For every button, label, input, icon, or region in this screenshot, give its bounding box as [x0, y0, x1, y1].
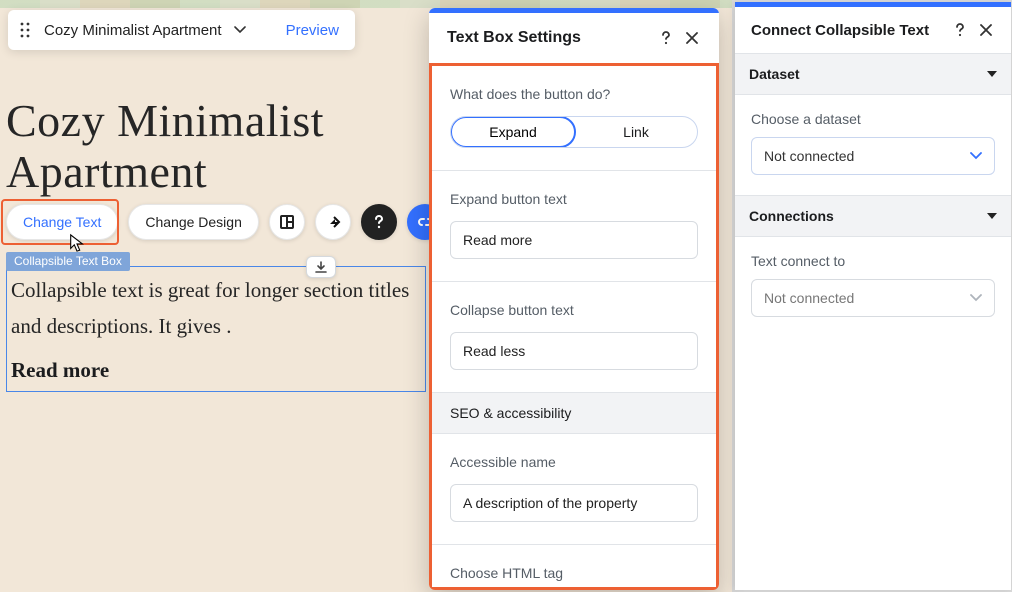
choose-dataset-label: Choose a dataset [751, 111, 995, 127]
connect-data-panel: Connect Collapsible Text Dataset Choose … [735, 2, 1011, 590]
segment-expand[interactable]: Expand [450, 116, 576, 148]
help-icon[interactable] [653, 25, 679, 51]
collapse-text-label: Collapse button text [450, 302, 698, 318]
layout-icon[interactable] [269, 204, 305, 240]
caret-down-icon [987, 213, 997, 219]
drag-handle-icon[interactable] [14, 15, 36, 45]
help-icon[interactable] [947, 17, 973, 43]
accessible-name-label: Accessible name [450, 454, 698, 470]
collapsible-text-element[interactable]: Collapsible Text Box Collapsible text is… [6, 266, 426, 392]
change-design-button[interactable]: Change Design [128, 204, 259, 240]
expand-text-label: Expand button text [450, 191, 698, 207]
chevron-down-icon[interactable] [234, 26, 252, 34]
animation-icon[interactable] [315, 204, 351, 240]
choose-dataset-select[interactable]: Not connected [751, 137, 995, 175]
preview-button[interactable]: Preview [258, 22, 345, 39]
page-switcher-bar: Cozy Minimalist Apartment Preview [8, 10, 355, 50]
change-text-highlight: Change Text [6, 204, 118, 240]
settings-panel-title: Text Box Settings [447, 29, 653, 47]
current-page-name[interactable]: Cozy Minimalist Apartment [42, 22, 228, 39]
text-box-settings-panel: Text Box Settings What does the button d… [429, 8, 719, 590]
settings-panel-body-highlighted: What does the button do? Expand Link Exp… [429, 63, 719, 590]
connect-panel-title: Connect Collapsible Text [751, 22, 947, 39]
html-tag-label: Choose HTML tag [450, 565, 698, 581]
button-action-label: What does the button do? [450, 86, 698, 102]
collapsible-body-text[interactable]: Collapsible text is great for longer sec… [11, 273, 421, 344]
segment-link[interactable]: Link [575, 117, 697, 147]
text-connect-label: Text connect to [751, 253, 995, 269]
accessible-name-input[interactable]: A description of the property [450, 484, 698, 522]
element-toolbar: Change Text Change Design [6, 204, 443, 240]
connections-accordion-header[interactable]: Connections [735, 196, 1011, 237]
download-icon[interactable] [306, 256, 336, 278]
seo-section-header: SEO & accessibility [432, 393, 716, 434]
collapse-text-input[interactable]: Read less [450, 332, 698, 370]
page-heading[interactable]: Cozy MinimalistApartment [6, 96, 324, 197]
read-more-link[interactable]: Read more [11, 358, 421, 383]
caret-down-icon [987, 71, 997, 77]
chevron-down-icon [970, 152, 982, 160]
dataset-accordion-header[interactable]: Dataset [735, 54, 1011, 95]
close-icon[interactable] [973, 17, 999, 43]
expand-text-input[interactable]: Read more [450, 221, 698, 259]
button-action-segmented: Expand Link [450, 116, 698, 148]
change-text-button[interactable]: Change Text [6, 204, 118, 240]
help-icon[interactable] [361, 204, 397, 240]
chevron-down-icon [970, 294, 982, 302]
text-connect-select[interactable]: Not connected [751, 279, 995, 317]
close-icon[interactable] [679, 25, 705, 51]
element-type-badge: Collapsible Text Box [6, 252, 130, 271]
